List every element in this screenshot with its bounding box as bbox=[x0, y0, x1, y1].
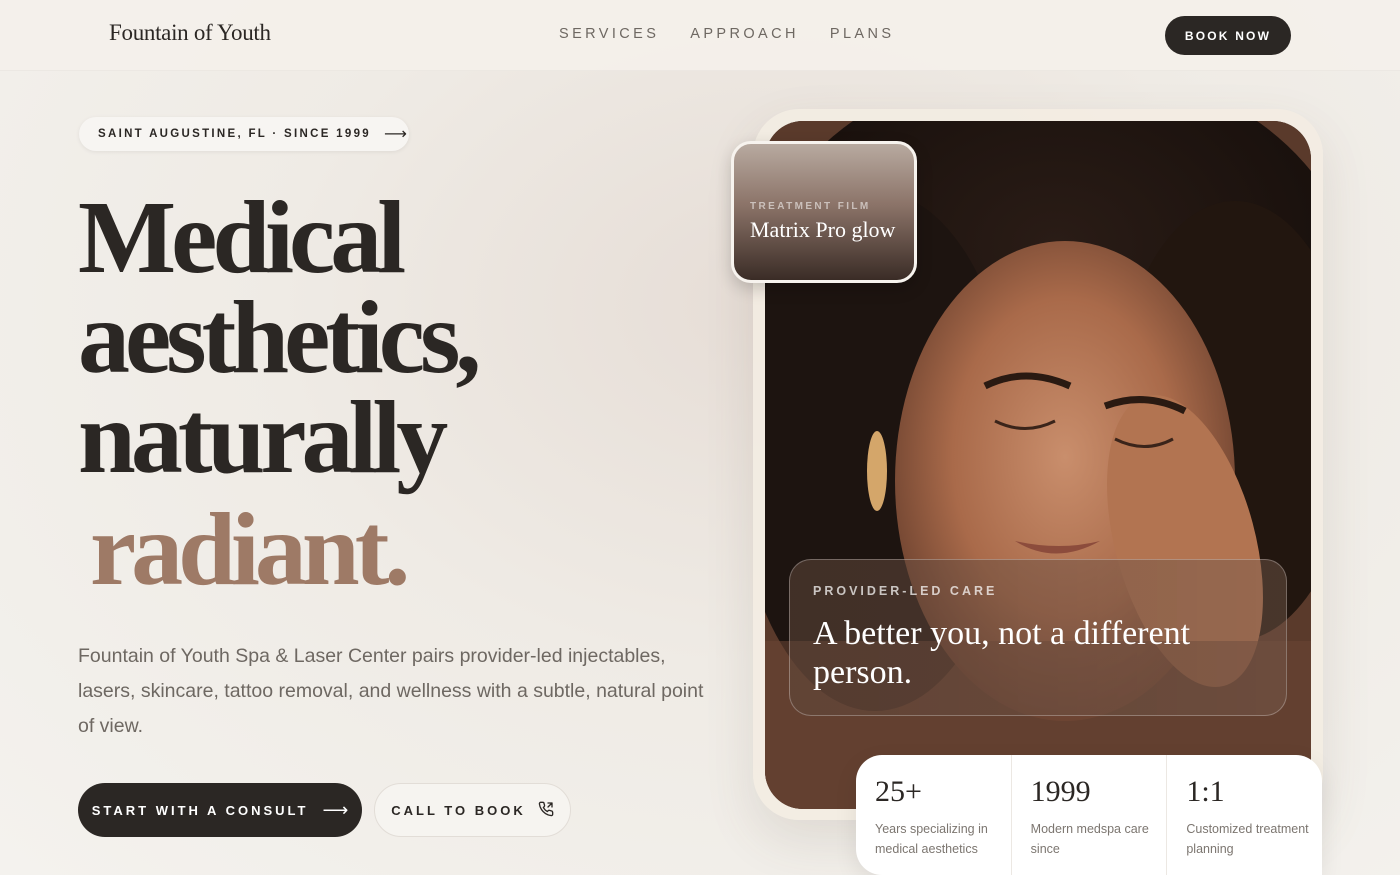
headline-accent: radiant. bbox=[90, 492, 410, 607]
stat-description: Years specializing in medical aesthetics bbox=[875, 822, 988, 856]
arrow-right-icon: ⟶ bbox=[383, 126, 407, 143]
treatment-film-thumbnail[interactable]: TREATMENT FILM Matrix Pro glow bbox=[731, 141, 917, 283]
main-nav: SERVICES APPROACH PLANS bbox=[559, 26, 894, 42]
nav-plans[interactable]: PLANS bbox=[830, 26, 895, 42]
quote-text: A better you, not a different person. bbox=[813, 615, 1191, 691]
stat-number: 1:1 bbox=[1186, 775, 1225, 808]
stats-panel: 25+ Years specializing in medical aesthe… bbox=[856, 755, 1322, 875]
thumb-kicker: TREATMENT FILM bbox=[750, 201, 871, 212]
stat-item: 1999 Modern medspa care since bbox=[1012, 755, 1168, 875]
nav-approach[interactable]: APPROACH bbox=[690, 26, 799, 42]
stat-number: 25+ bbox=[875, 775, 922, 808]
thumb-title: Matrix Pro glow bbox=[750, 217, 896, 242]
quote-card: PROVIDER-LED CARE A better you, not a di… bbox=[789, 559, 1287, 716]
stat-description: Modern medspa care since bbox=[1030, 822, 1149, 856]
book-now-button[interactable]: BOOK NOW bbox=[1165, 16, 1291, 55]
hero-lead: Fountain of Youth Spa & Laser Center pai… bbox=[78, 645, 704, 737]
site-header: Fountain of Youth SERVICES APPROACH PLAN… bbox=[0, 0, 1400, 71]
call-to-book-button[interactable]: CALL TO BOOK bbox=[374, 783, 571, 837]
stat-item: 25+ Years specializing in medical aesthe… bbox=[856, 755, 1012, 875]
stat-number: 1999 bbox=[1030, 775, 1091, 808]
arrow-right-icon: ⟶ bbox=[322, 799, 349, 820]
brand-logo[interactable]: Fountain of Youth bbox=[109, 20, 271, 46]
stat-item: 1:1 Customized treatment planning bbox=[1167, 755, 1322, 875]
hero-headline: Medical aesthetics, naturally radiant. bbox=[78, 180, 481, 607]
start-consult-button[interactable]: START WITH A CONSULT ⟶ bbox=[78, 783, 362, 837]
phone-icon bbox=[538, 801, 554, 820]
headline-line: Medical bbox=[78, 180, 406, 295]
nav-services[interactable]: SERVICES bbox=[559, 26, 659, 42]
quote-kicker: PROVIDER-LED CARE bbox=[813, 584, 998, 598]
location-pill[interactable]: SAINT AUGUSTINE, FL · SINCE 1999 ⟶ bbox=[79, 117, 409, 151]
headline-line: naturally bbox=[78, 380, 448, 495]
start-consult-label: START WITH A CONSULT bbox=[91, 802, 309, 818]
headline-line: aesthetics, bbox=[78, 280, 481, 395]
stat-description: Customized treatment planning bbox=[1186, 822, 1309, 856]
location-label: SAINT AUGUSTINE, FL · SINCE 1999 bbox=[98, 128, 371, 140]
call-to-book-label: CALL TO BOOK bbox=[391, 802, 526, 818]
